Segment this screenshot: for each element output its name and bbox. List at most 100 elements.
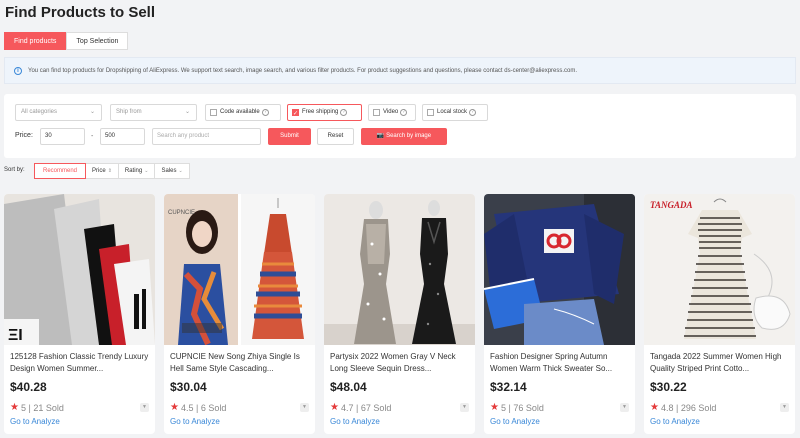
chevron-down-icon[interactable]: ▼ xyxy=(620,403,629,412)
rating-value: 5 xyxy=(20,402,26,413)
product-card[interactable]: TANGADA Tangada 2022 Summer Women High Q… xyxy=(644,194,795,434)
info-text: You can find top products for Dropshippi… xyxy=(28,67,578,74)
price-min-input[interactable]: 30 xyxy=(40,128,85,145)
checkbox-box xyxy=(373,109,380,116)
brand-text: TANGADA xyxy=(650,200,693,210)
video-checkbox[interactable]: Video ? xyxy=(368,104,416,121)
blue-sweater-image xyxy=(484,194,635,345)
tab-top-selection[interactable]: Top Selection xyxy=(66,32,129,50)
sort-sales-label: Sales xyxy=(161,168,177,174)
code-available-checkbox[interactable]: Code available ? xyxy=(205,104,281,121)
code-available-label: Code available xyxy=(220,109,260,115)
product-title[interactable]: Tangada 2022 Summer Women High Quality S… xyxy=(650,351,790,375)
product-image[interactable]: ΞΙ xyxy=(4,194,155,345)
product-image[interactable]: TANGADA xyxy=(644,194,795,345)
sold-count: 76 Sold xyxy=(513,402,544,413)
chevron-down-icon: ⌄ xyxy=(144,168,149,174)
go-to-analyze-link[interactable]: Go to Analyze xyxy=(650,417,700,426)
product-image[interactable]: CUPNCIE xyxy=(164,194,315,345)
local-stock-label: Local stock xyxy=(437,109,468,115)
search-by-image-label: Search by image xyxy=(386,133,432,139)
price-max-input[interactable]: 500 xyxy=(100,128,145,145)
sort-sales[interactable]: Sales ⌄ xyxy=(154,163,190,179)
sold-count: 6 Sold xyxy=(200,402,227,413)
sold-count: 67 Sold xyxy=(360,402,392,413)
go-to-analyze-link[interactable]: Go to Analyze xyxy=(490,417,540,426)
help-icon: ? xyxy=(400,109,408,116)
product-card[interactable]: Partysix 2022 Women Gray V Neck Long Sle… xyxy=(324,194,475,434)
chevron-down-icon: ⌄ xyxy=(89,109,95,115)
info-banner: i You can find top products for Dropship… xyxy=(4,57,796,84)
dress-image: CUPNCIE xyxy=(164,194,315,345)
help-icon: ? xyxy=(261,109,269,116)
product-price: $30.22 xyxy=(650,380,687,394)
checkbox-box xyxy=(210,109,217,116)
star-icon: ★ xyxy=(330,402,339,413)
help-icon: ? xyxy=(469,109,477,116)
product-title[interactable]: Fashion Designer Spring Autumn Women War… xyxy=(490,351,630,375)
product-title[interactable]: Partysix 2022 Women Gray V Neck Long Sle… xyxy=(330,351,470,375)
star-icon: ★ xyxy=(170,402,179,413)
submit-button[interactable]: Submit xyxy=(268,128,311,145)
product-image[interactable] xyxy=(484,194,635,345)
chevron-down-icon[interactable]: ▼ xyxy=(300,403,309,412)
product-card[interactable]: Fashion Designer Spring Autumn Women War… xyxy=(484,194,635,434)
sort-label: Sort by: xyxy=(4,167,25,173)
tab-bar: Find products Top Selection xyxy=(4,32,129,50)
sold-count: 21 Sold xyxy=(33,402,64,413)
sold-count: 296 Sold xyxy=(680,402,717,413)
sort-rating[interactable]: Rating ⌄ xyxy=(117,163,156,179)
sweater-image: ΞΙ xyxy=(4,194,155,345)
sort-options: Recommend Price ⇕ Rating ⌄ Sales ⌄ xyxy=(34,163,190,179)
local-stock-checkbox[interactable]: Local stock ? xyxy=(422,104,488,121)
price-label: Price: xyxy=(15,132,33,139)
search-by-image-button[interactable]: 📷 Search by image xyxy=(361,128,447,145)
go-to-analyze-link[interactable]: Go to Analyze xyxy=(10,417,60,426)
ship-from-value: Ship from xyxy=(116,109,142,115)
star-icon: ★ xyxy=(490,402,499,413)
help-icon: ? xyxy=(340,109,348,116)
category-select[interactable]: All categories ⌄ xyxy=(15,104,102,121)
search-input[interactable]: Search any product xyxy=(152,128,261,145)
tab-find-products[interactable]: Find products xyxy=(4,32,67,50)
sequin-dress-image xyxy=(324,194,475,345)
page-title: Find Products to Sell xyxy=(5,4,156,21)
sort-recommend[interactable]: Recommend xyxy=(34,163,87,179)
chevron-down-icon: ⌄ xyxy=(178,168,183,174)
product-rating: ★ 4.8 | 296 Sold xyxy=(650,402,717,413)
chevron-down-icon[interactable]: ▼ xyxy=(460,403,469,412)
price-separator: - xyxy=(91,133,94,140)
sort-rating-label: Rating xyxy=(124,168,143,174)
product-price: $40.28 xyxy=(10,380,47,394)
reset-button[interactable]: Reset xyxy=(317,128,354,145)
striped-dress-image: TANGADA xyxy=(644,194,795,345)
rating-value: 4.5 xyxy=(180,402,194,413)
ship-from-select[interactable]: Ship from ⌄ xyxy=(110,104,197,121)
chevron-down-icon[interactable]: ▼ xyxy=(780,403,789,412)
video-label: Video xyxy=(383,109,399,115)
chevron-down-icon[interactable]: ▼ xyxy=(140,403,149,412)
svg-text:ΞΙ: ΞΙ xyxy=(8,327,23,344)
free-shipping-label: Free shipping xyxy=(302,109,339,115)
product-rating: ★ 4.5 | 6 Sold xyxy=(170,402,227,413)
brand-text: CUPNCIE xyxy=(168,210,195,216)
sort-arrows-icon: ⇕ xyxy=(107,168,112,174)
rating-value: 4.8 xyxy=(660,402,674,413)
product-title[interactable]: 125128 Fashion Classic Trendy Luxury Des… xyxy=(10,351,150,375)
product-card[interactable]: ΞΙ 125128 Fashion Classic Trendy Luxury … xyxy=(4,194,155,434)
rating-value: 5 xyxy=(500,402,506,413)
info-icon: i xyxy=(14,66,22,75)
category-select-value: All categories xyxy=(21,109,58,115)
camera-icon: 📷 xyxy=(376,133,385,139)
product-rating: ★ 4.7 | 67 Sold xyxy=(330,402,392,413)
rating-value: 4.7 xyxy=(340,402,354,413)
product-card[interactable]: CUPNCIE CUPNCIE New Song Zhiya Single Is… xyxy=(164,194,315,434)
sort-price[interactable]: Price ⇕ xyxy=(85,163,119,179)
product-title[interactable]: CUPNCIE New Song Zhiya Single Is Hell Sa… xyxy=(170,351,310,375)
go-to-analyze-link[interactable]: Go to Analyze xyxy=(170,417,220,426)
product-image[interactable] xyxy=(324,194,475,345)
product-price: $30.04 xyxy=(170,380,207,394)
free-shipping-checkbox[interactable]: Free shipping ? xyxy=(287,104,362,122)
product-rating: ★ 5 | 21 Sold xyxy=(10,402,64,413)
go-to-analyze-link[interactable]: Go to Analyze xyxy=(330,417,380,426)
